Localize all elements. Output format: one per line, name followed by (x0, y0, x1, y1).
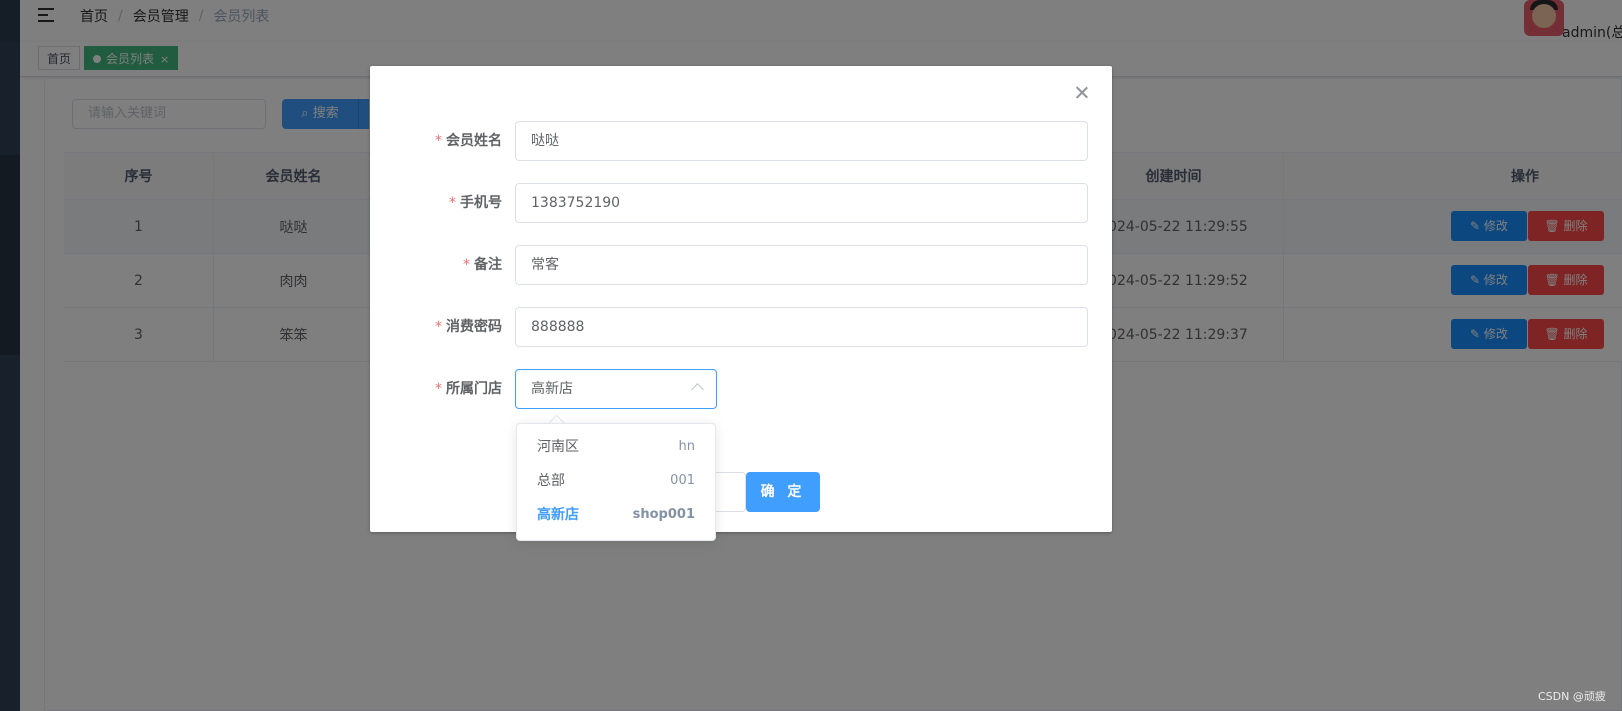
confirm-button[interactable]: 确 定 (746, 472, 820, 512)
store-option-henan[interactable]: 河南区 hn (517, 430, 715, 464)
store-option-gaoxin[interactable]: 高新店 shop001 (517, 498, 715, 532)
label-store: * 所属门店 (435, 381, 502, 397)
store-select[interactable]: 高新店 (515, 369, 717, 409)
member-name-input[interactable]: 哒哒 (515, 121, 1088, 161)
label-phone: * 手机号 (449, 195, 502, 211)
pay-password-input[interactable]: 888888 (515, 307, 1088, 347)
phone-input[interactable]: 1383752190 (515, 183, 1088, 223)
remark-input[interactable]: 常客 (515, 245, 1088, 285)
member-edit-dialog: * 会员姓名 哒哒 * 手机号 1383752190 * 备注 常客 * 消费密码 88… (370, 66, 1112, 532)
store-dropdown: 河南区 hn 总部 001 高新店 shop001 (516, 423, 716, 541)
label-member-name: * 会员姓名 (435, 133, 502, 149)
label-remark: * 备注 (463, 257, 502, 273)
label-pay-password: * 消费密码 (435, 319, 502, 335)
chevron-up-icon (691, 383, 704, 396)
watermark: CSDN @顽疲 (1538, 690, 1606, 703)
store-option-hq[interactable]: 总部 001 (517, 464, 715, 498)
close-icon[interactable] (1073, 84, 1091, 102)
